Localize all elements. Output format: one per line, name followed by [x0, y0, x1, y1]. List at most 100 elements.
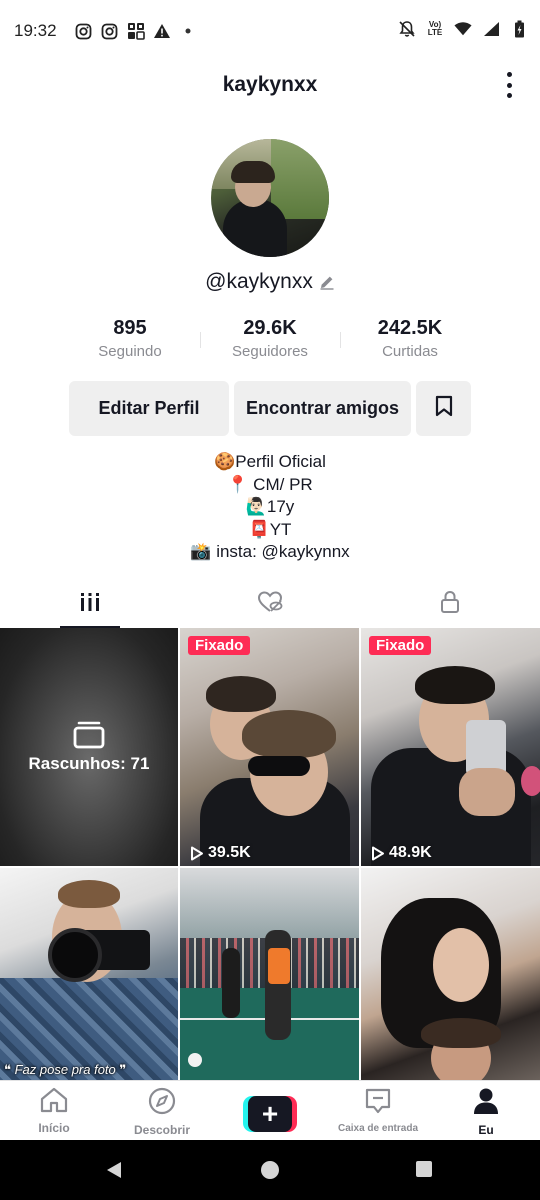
video-caption: ❝ Faz pose pra foto ❞: [4, 1062, 127, 1077]
thumb-flowers: [521, 766, 540, 796]
play-icon: [191, 846, 203, 860]
home-icon: [39, 1087, 69, 1118]
pinned-badge: Fixado: [369, 636, 432, 655]
instagram-icon: [75, 22, 93, 40]
play-icon: [372, 846, 384, 860]
compass-icon: [148, 1087, 176, 1120]
muted-bell-icon: [398, 20, 416, 38]
drafts-tile[interactable]: Rascunhos: 71: [0, 628, 178, 866]
video-views: 48.9K: [371, 844, 432, 862]
thumb-hand: [459, 768, 515, 816]
video-thumbnail-4[interactable]: [180, 868, 359, 1080]
pinned-badge: Fixado: [188, 636, 251, 655]
nav-inbox-label: Caixa de entrada: [337, 1123, 419, 1134]
profile-header: kaykynxx: [0, 62, 540, 108]
video-thumbnail-5[interactable]: [361, 868, 540, 1080]
avatar-background-trees: [271, 139, 329, 219]
stat-followers[interactable]: 29.6K Seguidores: [200, 314, 340, 366]
stat-followers-label: Seguidores: [232, 343, 308, 360]
drafts-label: Rascunhos: 71: [28, 754, 150, 773]
thumb-ball: [188, 1053, 202, 1067]
more-options-button[interactable]: [502, 72, 516, 98]
bio-line-2: 📍 CM/ PR: [227, 474, 313, 494]
thumb-player-2: [222, 948, 240, 1018]
drafts-icon: [73, 721, 105, 749]
video-views: 39.5K: [190, 844, 251, 862]
hidden-heart-icon: [257, 590, 283, 618]
video-grid: Rascunhos: 71 Fixado 39.5K Fixado 48.9K: [0, 628, 540, 1080]
avatar[interactable]: [211, 139, 329, 257]
tab-liked[interactable]: [180, 580, 360, 628]
favorites-button[interactable]: [416, 381, 471, 436]
person-icon: [473, 1087, 499, 1120]
video-thumbnail-pinned-1[interactable]: Fixado 39.5K: [180, 628, 359, 866]
bio-line-4: 📮YT: [248, 519, 292, 539]
nav-home[interactable]: Início: [0, 1081, 108, 1140]
lock-icon: [440, 590, 460, 619]
inbox-icon: [364, 1087, 392, 1120]
notification-dot-icon: [179, 22, 197, 40]
back-icon[interactable]: [104, 1160, 124, 1185]
nav-discover-label: Descobrir: [133, 1123, 191, 1137]
status-right: Vo) LTE: [398, 20, 528, 38]
thumb-person-hair: [415, 666, 495, 704]
stat-likes[interactable]: 242.5K Curtidas: [340, 314, 480, 366]
recents-square-icon[interactable]: [415, 1160, 433, 1183]
bio-line-1: 🍪Perfil Oficial: [214, 452, 326, 471]
stat-following-value: 895: [113, 317, 147, 339]
instagram-icon-2: [101, 22, 119, 40]
content-tabs: [0, 580, 540, 628]
nav-create[interactable]: +: [216, 1081, 324, 1140]
stat-likes-value: 242.5K: [377, 317, 443, 339]
thumb-person2-hair: [421, 1018, 501, 1048]
nav-profile-label: Eu: [478, 1123, 494, 1137]
wifi-icon: [454, 20, 472, 38]
thumb-lens: [48, 928, 102, 982]
video-views-count: 39.5K: [208, 844, 251, 861]
bio-line-3: 🙋🏻‍♂️17y: [245, 497, 295, 516]
nav-discover[interactable]: Descobrir: [108, 1081, 216, 1140]
plus-icon: +: [248, 1096, 292, 1132]
status-bar: 19:32 Vo) LTE: [0, 0, 540, 62]
nav-profile[interactable]: Eu: [432, 1081, 540, 1140]
stat-following[interactable]: 895 Seguindo: [60, 314, 200, 366]
bottom-navigation: Início Descobrir + Caixa de entrada Eu: [0, 1080, 540, 1140]
status-left: 19:32: [14, 21, 197, 41]
username: @kaykynxx: [205, 270, 313, 293]
create-button[interactable]: +: [243, 1096, 297, 1132]
thumb-person-face: [433, 928, 489, 1002]
more-dot-icon: [506, 72, 512, 77]
videos-grid-icon: [79, 592, 101, 617]
nav-inbox[interactable]: Caixa de entrada: [324, 1081, 432, 1140]
thumb-person2-hair: [242, 710, 336, 758]
video-views-count: 48.9K: [389, 844, 432, 861]
more-dot-icon: [506, 82, 512, 88]
thumb-player-vest: [268, 948, 290, 984]
username-row[interactable]: @kaykynxx: [0, 266, 540, 298]
thumb-sunglasses: [248, 756, 310, 776]
avatar-person-hair: [231, 161, 275, 183]
tab-videos[interactable]: [0, 580, 180, 628]
edit-profile-button[interactable]: Editar Perfil: [69, 381, 229, 436]
more-dot-icon: [506, 93, 512, 98]
tab-private[interactable]: [360, 580, 540, 628]
thumb-player: [265, 930, 291, 1040]
bio: 🍪Perfil Oficial 📍 CM/ PR 🙋🏻‍♂️17y 📮YT 📸 …: [0, 451, 540, 564]
system-navigation-bar: [0, 1140, 540, 1200]
find-friends-button[interactable]: Encontrar amigos: [234, 381, 411, 436]
app-grid-icon: [127, 22, 145, 40]
video-thumbnail-3[interactable]: ❝ Faz pose pra foto ❞: [0, 868, 178, 1080]
battery-icon: [510, 20, 528, 38]
signal-icon: [482, 20, 500, 38]
thumb-person-hair: [58, 880, 120, 908]
status-time: 19:32: [14, 21, 57, 40]
home-circle-icon[interactable]: [260, 1160, 280, 1185]
edit-pencil-icon[interactable]: [319, 274, 335, 290]
lte-label: LTE: [427, 28, 443, 37]
avatar-person-body: [223, 199, 287, 257]
video-thumbnail-pinned-2[interactable]: Fixado 48.9K: [361, 628, 540, 866]
profile-stats: 895 Seguindo 29.6K Seguidores 242.5K Cur…: [60, 314, 480, 366]
volte-icon: Vo) LTE: [426, 20, 444, 38]
stat-followers-value: 29.6K: [243, 317, 297, 339]
stat-likes-label: Curtidas: [382, 343, 438, 360]
